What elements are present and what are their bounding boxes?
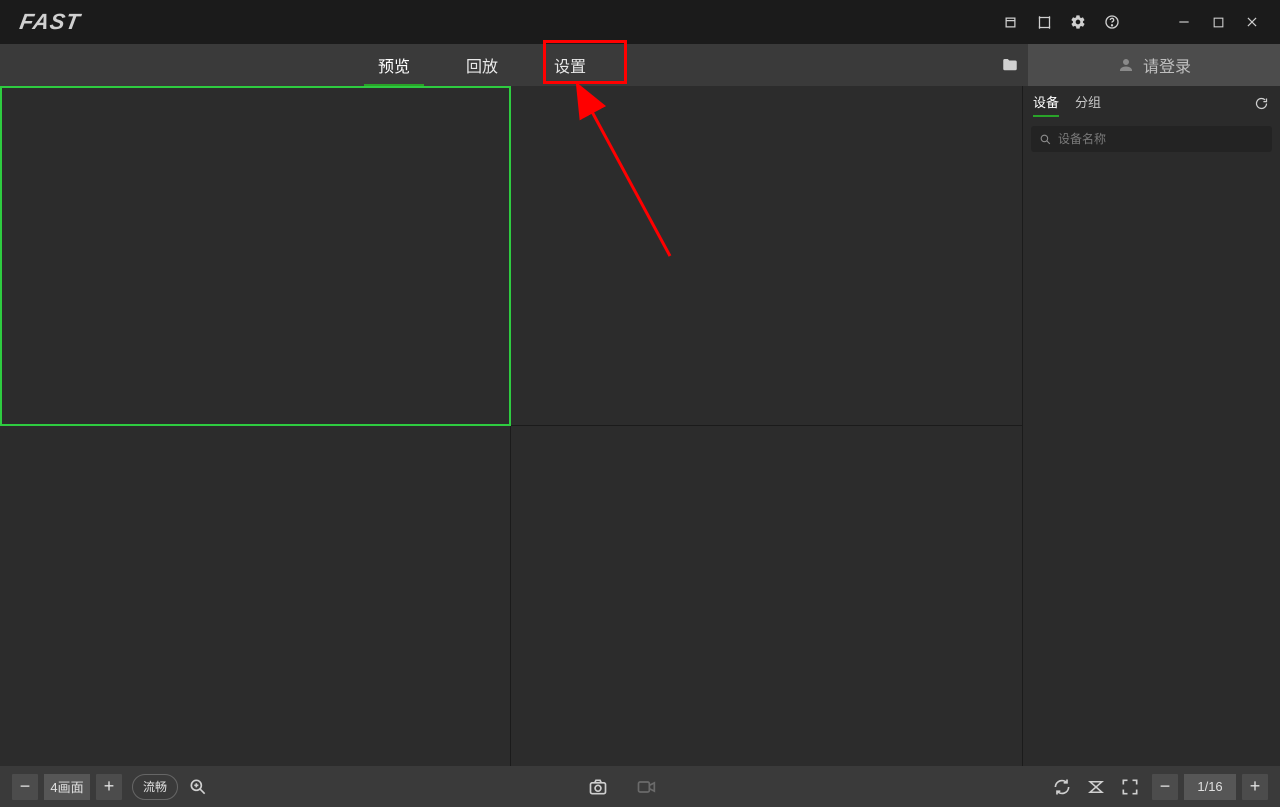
page-next-button[interactable]: + [1242, 774, 1268, 800]
bottom-bar: − 4画面 + 流畅 − 1/16 + [0, 766, 1280, 807]
window-minimize-icon[interactable] [1176, 14, 1192, 30]
snapshot-icon[interactable] [586, 775, 610, 799]
folder-button[interactable] [992, 44, 1028, 86]
stream-quality-button[interactable]: 流畅 [132, 774, 178, 800]
video-cell-4[interactable] [511, 426, 1022, 766]
window-maximize-icon[interactable] [1210, 14, 1226, 30]
search-icon [1039, 133, 1052, 146]
device-search-input[interactable] [1058, 132, 1264, 146]
video-cell-3[interactable] [0, 426, 511, 766]
tab-settings[interactable]: 设置 [526, 44, 614, 86]
video-grid [0, 86, 1022, 766]
window-close-icon[interactable] [1244, 14, 1260, 30]
tool-icon-2[interactable] [1036, 14, 1052, 30]
layout-decrease-button[interactable]: − [12, 774, 38, 800]
cycle-icon[interactable] [1050, 775, 1074, 799]
tool-icon-1[interactable] [1002, 14, 1018, 30]
fullscreen-icon[interactable] [1118, 775, 1142, 799]
app-logo: FAST [20, 9, 80, 35]
side-panel-tabs: 设备 分组 [1023, 86, 1280, 120]
tab-playback[interactable]: 回放 [438, 44, 526, 86]
layout-increase-button[interactable]: + [96, 774, 122, 800]
login-button[interactable]: 请登录 [1028, 44, 1280, 86]
tabs-bar: 预览 回放 设置 请登录 [0, 44, 1280, 86]
zoom-in-icon[interactable] [188, 777, 208, 797]
side-tab-group[interactable]: 分组 [1075, 92, 1101, 115]
annotation-red-arrow [575, 96, 695, 276]
side-tab-device[interactable]: 设备 [1033, 92, 1059, 115]
device-search-box [1031, 126, 1272, 152]
gear-icon[interactable] [1070, 14, 1086, 30]
titlebar: FAST [0, 0, 1280, 44]
record-icon [634, 775, 658, 799]
login-button-label: 请登录 [1143, 53, 1191, 77]
help-icon[interactable] [1104, 14, 1120, 30]
page-label: 1/16 [1184, 774, 1236, 800]
tab-preview-label: 预览 [378, 53, 410, 77]
tab-playback-label: 回放 [466, 53, 498, 77]
sort-icon[interactable] [1084, 775, 1108, 799]
main-area: 设备 分组 [0, 86, 1280, 766]
tab-settings-label: 设置 [554, 53, 586, 77]
title-icons [1002, 14, 1270, 30]
page-prev-button[interactable]: − [1152, 774, 1178, 800]
layout-label: 4画面 [44, 774, 90, 800]
video-cell-1[interactable] [0, 86, 511, 426]
tab-preview[interactable]: 预览 [350, 44, 438, 86]
refresh-icon[interactable] [1252, 94, 1270, 112]
side-panel: 设备 分组 [1022, 86, 1280, 766]
